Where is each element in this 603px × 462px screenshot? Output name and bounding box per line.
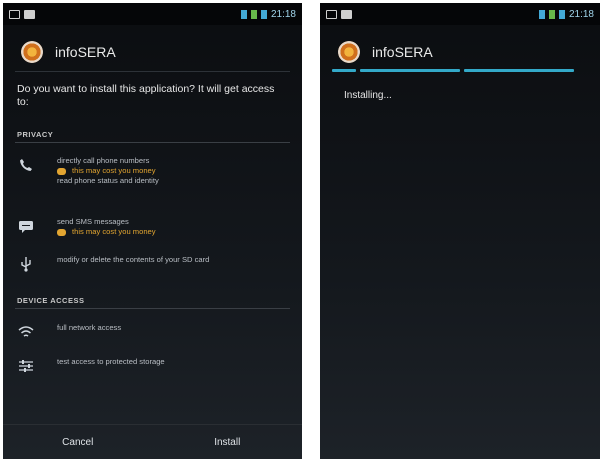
section-privacy-title: PRIVACY	[17, 130, 54, 139]
image-notification-icon	[326, 9, 337, 19]
status-time: 21:18	[568, 8, 594, 20]
installing-screen: 21:18 infoSERA Installing...	[320, 3, 600, 459]
app-logo-icon	[21, 41, 43, 63]
progress-segment	[360, 69, 460, 72]
usb-icon	[17, 255, 35, 273]
install-button[interactable]: Install	[153, 425, 303, 459]
permission-label: send SMS messages	[57, 217, 129, 226]
status-bar: 21:18	[320, 3, 600, 25]
coins-icon	[57, 228, 66, 236]
status-time: 21:18	[270, 8, 296, 20]
settings-sliders-icon	[17, 357, 35, 375]
permission-send-sms: send SMS messages this may cost you mone…	[17, 217, 292, 237]
status-bar: 21:18	[3, 3, 302, 25]
app-header: infoSERA	[320, 33, 600, 71]
progress-segment	[464, 69, 574, 72]
section-divider	[15, 308, 290, 309]
section-divider	[15, 142, 290, 143]
app-logo-icon	[338, 41, 360, 63]
sms-icon	[17, 217, 35, 235]
permission-label: directly call phone numbers	[57, 156, 150, 165]
install-question: Do you want to install this application?…	[17, 83, 275, 108]
dialog-buttons: Cancel Install	[3, 424, 302, 459]
app-name: infoSERA	[55, 44, 116, 60]
cancel-button[interactable]: Cancel	[3, 425, 153, 459]
app-name: infoSERA	[372, 44, 433, 60]
permission-label: test access to protected storage	[57, 357, 165, 366]
signal-icon	[558, 9, 565, 19]
app-header: infoSERA	[3, 33, 302, 71]
download-notification-icon	[24, 9, 35, 19]
image-notification-icon	[9, 9, 20, 19]
cost-warning: this may cost you money	[57, 227, 156, 237]
permission-label: read phone status and identity	[57, 176, 159, 185]
signal-icon	[260, 9, 267, 19]
permission-storage: test access to protected storage	[17, 357, 292, 375]
wifi-icon	[17, 323, 35, 341]
bluetooth-icon	[240, 9, 247, 19]
permission-label: full network access	[57, 323, 122, 332]
battery-icon	[250, 9, 257, 19]
permission-network: full network access	[17, 323, 292, 341]
phone-icon	[17, 156, 35, 174]
install-progress-bar	[332, 69, 590, 73]
cost-warning: this may cost you money	[57, 166, 159, 176]
permission-sd-card: modify or delete the contents of your SD…	[17, 255, 292, 273]
download-notification-icon	[341, 9, 352, 19]
coins-icon	[57, 167, 66, 175]
installing-status: Installing...	[344, 90, 392, 101]
battery-icon	[548, 9, 555, 19]
progress-segment	[332, 69, 356, 72]
permission-label: modify or delete the contents of your SD…	[57, 255, 210, 264]
bluetooth-icon	[538, 9, 545, 19]
permission-call-phone: directly call phone numbers this may cos…	[17, 156, 292, 186]
install-permissions-screen: 21:18 infoSERA Do you want to install th…	[3, 3, 302, 459]
section-device-access-title: DEVICE ACCESS	[17, 296, 85, 305]
header-divider	[15, 71, 290, 72]
